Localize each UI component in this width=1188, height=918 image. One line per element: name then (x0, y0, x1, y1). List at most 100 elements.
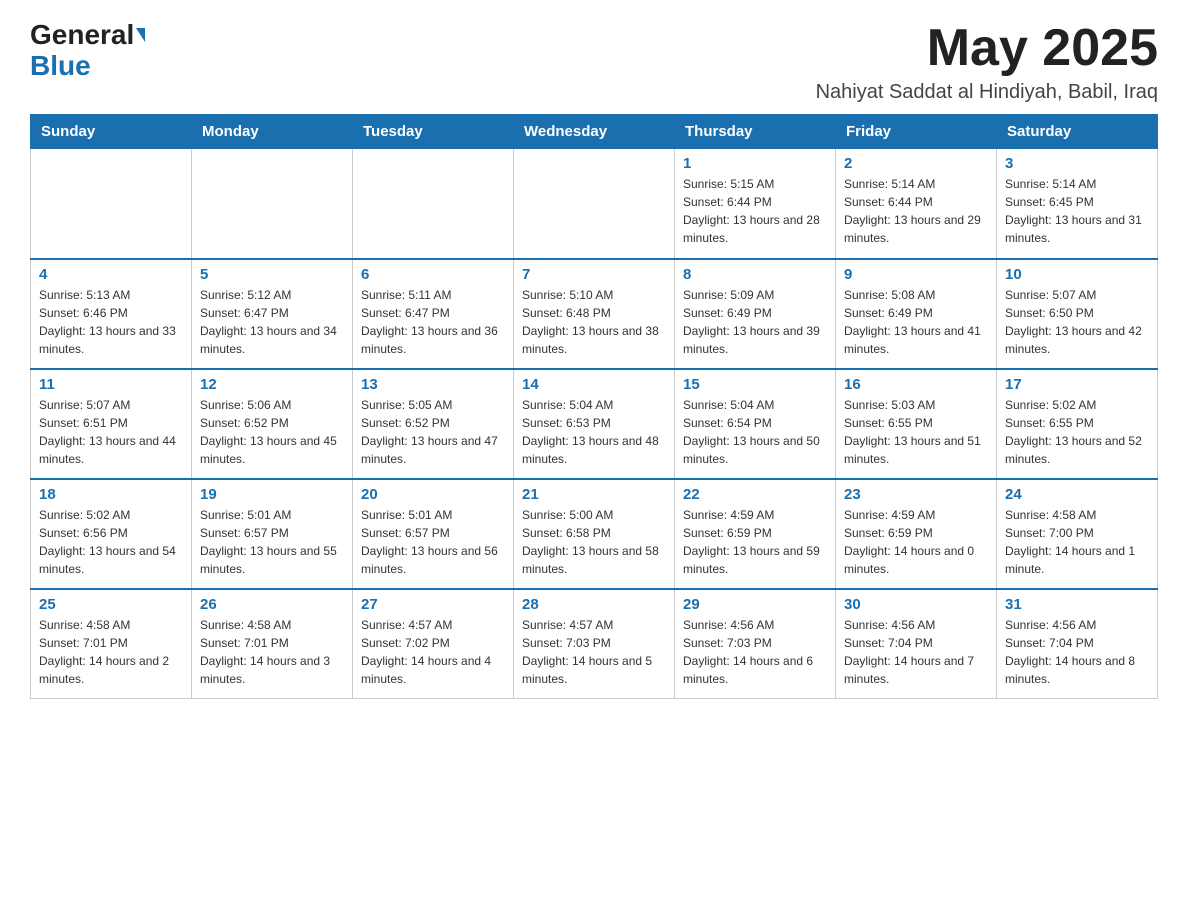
table-row: 5 Sunrise: 5:12 AMSunset: 6:47 PMDaylight… (192, 259, 353, 369)
table-row: 20Sunrise: 5:01 AMSunset: 6:57 PMDayligh… (353, 479, 514, 589)
day-info: Sunrise: 5:04 AMSunset: 6:53 PMDaylight:… (522, 396, 666, 468)
table-row: 1 Sunrise: 5:15 AMSunset: 6:44 PMDaylight… (675, 149, 836, 259)
table-row: 14 Sunrise: 5:04 AMSunset: 6:53 PMDayligh… (514, 369, 675, 479)
day-info: Sunrise: 4:56 AMSunset: 7:04 PMDaylight:… (1005, 616, 1149, 688)
day-number: 21 (522, 486, 666, 503)
table-row: 15 Sunrise: 5:04 AMSunset: 6:54 PMDayligh… (675, 369, 836, 479)
table-row: 25 Sunrise: 4:58 AMSunset: 7:01 PMDayligh… (31, 589, 192, 699)
day-number: 27 (361, 596, 505, 613)
day-info: Sunrise: 5:04 AMSunset: 6:54 PMDaylight:… (683, 396, 827, 468)
day-number: 5 (200, 266, 344, 283)
day-number: 20 (361, 486, 505, 503)
day-number: 3 (1005, 155, 1149, 172)
table-row: 6Sunrise: 5:11 AMSunset: 6:47 PMDaylight… (353, 259, 514, 369)
day-number: 7 (522, 266, 666, 283)
day-info: Sunrise: 5:08 AMSunset: 6:49 PMDaylight:… (844, 286, 988, 358)
day-number: 14 (522, 376, 666, 393)
day-number: 8 (683, 266, 827, 283)
table-row: 28Sunrise: 4:57 AMSunset: 7:03 PMDayligh… (514, 589, 675, 699)
table-row: 7 Sunrise: 5:10 AMSunset: 6:48 PMDaylight… (514, 259, 675, 369)
day-info: Sunrise: 5:10 AMSunset: 6:48 PMDaylight:… (522, 286, 666, 358)
day-info: Sunrise: 5:13 AMSunset: 6:46 PMDaylight:… (39, 286, 183, 358)
day-number: 28 (522, 596, 666, 613)
table-row: 16 Sunrise: 5:03 AMSunset: 6:55 PMDayligh… (836, 369, 997, 479)
day-info: Sunrise: 4:56 AMSunset: 7:03 PMDaylight:… (683, 616, 827, 688)
table-row (192, 149, 353, 259)
header-saturday: Saturday (997, 115, 1158, 149)
day-info: Sunrise: 4:59 AMSunset: 6:59 PMDaylight:… (844, 506, 988, 578)
day-info: Sunrise: 5:07 AMSunset: 6:50 PMDaylight:… (1005, 286, 1149, 358)
table-row: 27 Sunrise: 4:57 AMSunset: 7:02 PMDayligh… (353, 589, 514, 699)
table-row: 30 Sunrise: 4:56 AMSunset: 7:04 PMDayligh… (836, 589, 997, 699)
day-info: Sunrise: 5:06 AMSunset: 6:52 PMDaylight:… (200, 396, 344, 468)
day-number: 31 (1005, 596, 1149, 613)
table-row: 4Sunrise: 5:13 AMSunset: 6:46 PMDaylight… (31, 259, 192, 369)
day-number: 18 (39, 486, 183, 503)
day-number: 26 (200, 596, 344, 613)
table-row: 24Sunrise: 4:58 AMSunset: 7:00 PMDayligh… (997, 479, 1158, 589)
day-number: 10 (1005, 266, 1149, 283)
day-number: 12 (200, 376, 344, 393)
day-info: Sunrise: 5:00 AMSunset: 6:58 PMDaylight:… (522, 506, 666, 578)
day-info: Sunrise: 5:01 AMSunset: 6:57 PMDaylight:… (200, 506, 344, 578)
table-row: 11 Sunrise: 5:07 AMSunset: 6:51 PMDayligh… (31, 369, 192, 479)
day-info: Sunrise: 5:02 AMSunset: 6:56 PMDaylight:… (39, 506, 183, 578)
header-sunday: Sunday (31, 115, 192, 149)
day-info: Sunrise: 5:12 AMSunset: 6:47 PMDaylight:… (200, 286, 344, 358)
day-info: Sunrise: 5:03 AMSunset: 6:55 PMDaylight:… (844, 396, 988, 468)
day-number: 23 (844, 486, 988, 503)
table-row: 17 Sunrise: 5:02 AMSunset: 6:55 PMDayligh… (997, 369, 1158, 479)
table-row (31, 149, 192, 259)
table-row (353, 149, 514, 259)
logo-blue: Blue (30, 50, 91, 81)
day-number: 6 (361, 266, 505, 283)
header-wednesday: Wednesday (514, 115, 675, 149)
day-number: 30 (844, 596, 988, 613)
calendar-week-row: 18 Sunrise: 5:02 AMSunset: 6:56 PMDayligh… (31, 479, 1158, 589)
table-row: 26 Sunrise: 4:58 AMSunset: 7:01 PMDayligh… (192, 589, 353, 699)
table-row: 13 Sunrise: 5:05 AMSunset: 6:52 PMDayligh… (353, 369, 514, 479)
day-number: 16 (844, 376, 988, 393)
day-number: 25 (39, 596, 183, 613)
day-number: 13 (361, 376, 505, 393)
day-info: Sunrise: 5:07 AMSunset: 6:51 PMDaylight:… (39, 396, 183, 468)
calendar-table: Sunday Monday Tuesday Wednesday Thursday… (30, 114, 1158, 699)
calendar-week-row: 4Sunrise: 5:13 AMSunset: 6:46 PMDaylight… (31, 259, 1158, 369)
table-row: 8 Sunrise: 5:09 AMSunset: 6:49 PMDaylight… (675, 259, 836, 369)
header-friday: Friday (836, 115, 997, 149)
table-row: 21 Sunrise: 5:00 AMSunset: 6:58 PMDayligh… (514, 479, 675, 589)
header-tuesday: Tuesday (353, 115, 514, 149)
calendar-week-row: 25 Sunrise: 4:58 AMSunset: 7:01 PMDayligh… (31, 589, 1158, 699)
day-info: Sunrise: 5:14 AMSunset: 6:45 PMDaylight:… (1005, 175, 1149, 247)
day-info: Sunrise: 4:59 AMSunset: 6:59 PMDaylight:… (683, 506, 827, 578)
day-number: 17 (1005, 376, 1149, 393)
day-number: 29 (683, 596, 827, 613)
header-monday: Monday (192, 115, 353, 149)
table-row: 23 Sunrise: 4:59 AMSunset: 6:59 PMDayligh… (836, 479, 997, 589)
day-info: Sunrise: 4:57 AMSunset: 7:02 PMDaylight:… (361, 616, 505, 688)
day-info: Sunrise: 4:58 AMSunset: 7:01 PMDaylight:… (200, 616, 344, 688)
table-row: 2Sunrise: 5:14 AMSunset: 6:44 PMDaylight… (836, 149, 997, 259)
day-info: Sunrise: 4:58 AMSunset: 7:00 PMDaylight:… (1005, 506, 1149, 578)
table-row: 22Sunrise: 4:59 AMSunset: 6:59 PMDayligh… (675, 479, 836, 589)
day-number: 1 (683, 155, 827, 172)
weekday-header-row: Sunday Monday Tuesday Wednesday Thursday… (31, 115, 1158, 149)
page-header: General Blue May 2025 Nahiyat Saddat al … (30, 20, 1158, 104)
logo: General Blue (30, 20, 145, 82)
table-row: 31 Sunrise: 4:56 AMSunset: 7:04 PMDayligh… (997, 589, 1158, 699)
day-number: 11 (39, 376, 183, 393)
calendar-week-row: 11 Sunrise: 5:07 AMSunset: 6:51 PMDayligh… (31, 369, 1158, 479)
day-info: Sunrise: 4:56 AMSunset: 7:04 PMDaylight:… (844, 616, 988, 688)
table-row: 29 Sunrise: 4:56 AMSunset: 7:03 PMDayligh… (675, 589, 836, 699)
day-number: 15 (683, 376, 827, 393)
table-row: 10 Sunrise: 5:07 AMSunset: 6:50 PMDayligh… (997, 259, 1158, 369)
day-info: Sunrise: 4:58 AMSunset: 7:01 PMDaylight:… (39, 616, 183, 688)
table-row (514, 149, 675, 259)
title-area: May 2025 Nahiyat Saddat al Hindiyah, Bab… (816, 20, 1158, 104)
day-info: Sunrise: 5:15 AMSunset: 6:44 PMDaylight:… (683, 175, 827, 247)
day-info: Sunrise: 5:02 AMSunset: 6:55 PMDaylight:… (1005, 396, 1149, 468)
day-info: Sunrise: 5:05 AMSunset: 6:52 PMDaylight:… (361, 396, 505, 468)
day-info: Sunrise: 5:09 AMSunset: 6:49 PMDaylight:… (683, 286, 827, 358)
table-row: 3 Sunrise: 5:14 AMSunset: 6:45 PMDaylight… (997, 149, 1158, 259)
day-number: 9 (844, 266, 988, 283)
